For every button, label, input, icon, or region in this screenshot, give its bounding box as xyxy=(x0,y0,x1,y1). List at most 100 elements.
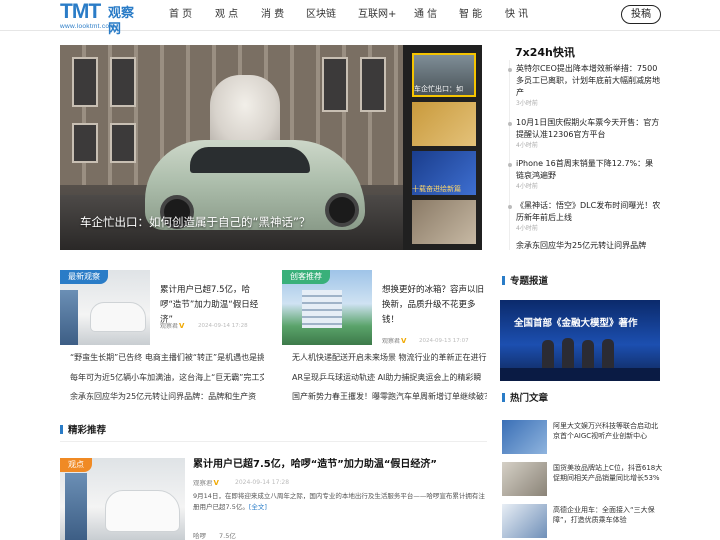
hero-car-window xyxy=(190,147,310,173)
hero-window xyxy=(110,123,136,163)
hot-article-title[interactable]: 高德企业用车：全面接入“三大保障”，打造优质乘车体验 xyxy=(553,505,663,525)
hero-window xyxy=(322,57,348,112)
topic-banner-text: 全国首部《金融大模型》著作 xyxy=(514,318,638,329)
banner-person xyxy=(582,340,594,370)
card-tag: 创客推荐 xyxy=(282,270,330,284)
card-image-maker[interactable]: 创客推荐 xyxy=(282,270,372,345)
flash-timeline xyxy=(509,60,510,250)
full-article-link[interactable]: [全文] xyxy=(249,503,267,511)
flash-item-text[interactable]: 10月1日国庆假期火车票今天开售：官方提醒认准12306官方平台 xyxy=(516,117,661,141)
hero-statue xyxy=(210,75,280,150)
submit-article-button[interactable]: 投稿 xyxy=(621,5,661,24)
logo-url: www.looktmt.com xyxy=(60,23,116,30)
hero-thumbnail-strip: 车企忙出口：如 十载奋进绘新篇 xyxy=(403,45,482,250)
banner-person xyxy=(562,338,574,370)
nav-viewpoint[interactable]: 观 点 xyxy=(215,9,238,21)
featured-keyword[interactable]: 哈啰 xyxy=(193,532,206,540)
card-author: 观察君V xyxy=(160,322,184,331)
news-link[interactable]: 余承东回应华为25亿元转让问界品牌：品牌和生产资 xyxy=(70,392,264,402)
nav-internet[interactable]: 互联网+ xyxy=(358,9,396,21)
flash-item-text[interactable]: 英特尔CEO提出降本增效新举措：7500 多员工已离职，计划年底前大幅削减房地产 xyxy=(516,63,661,99)
hot-title-text: 热门文章 xyxy=(510,393,549,404)
hero-caption[interactable]: 车企忙出口：如何创造属于自己的“黑神话”？ xyxy=(80,215,310,229)
hot-article-image[interactable] xyxy=(502,504,547,538)
topic-section-title: 专题报道 xyxy=(502,276,548,287)
card-car-shape xyxy=(90,302,146,332)
flash-dot xyxy=(508,205,512,209)
hot-article-title[interactable]: 阿里大文娱万兴科技等联合启动北京首个AIGC视听产业创新中心 xyxy=(553,421,663,441)
logo-text: TMT xyxy=(60,0,101,23)
hero-window xyxy=(360,57,386,112)
featured-summary: 9月14日，在即将迎来成立八周年之际，国内专业的本地出行及生活服务平台——哈啰宣… xyxy=(193,491,488,513)
hero-thumb-3[interactable]: 十载奋进绘新篇 xyxy=(412,151,476,195)
news-link[interactable]: 无人机快递配送开启未来场景 物流行业的革新正在进行 xyxy=(292,353,487,363)
nav-smart[interactable]: 智 能 xyxy=(459,9,482,21)
section-bar xyxy=(60,425,63,434)
card-author: 观察君V xyxy=(382,337,406,346)
section-bar xyxy=(502,393,505,402)
news-link[interactable]: AR呈现乒乓球运动轨迹 AI助力捕捉奥运会上的精彩瞬 xyxy=(292,373,487,383)
flash-item[interactable]: 英特尔CEO提出降本增效新举措：7500 多员工已离职，计划年底前大幅削减房地产… xyxy=(516,63,661,108)
hero-thumb-4[interactable] xyxy=(412,200,476,244)
nav-telecom[interactable]: 通 信 xyxy=(414,9,437,21)
featured-author-name: 观察君 xyxy=(193,479,213,487)
hero-window xyxy=(72,57,98,107)
hero-thumb-caption: 十载奋进绘新篇 xyxy=(412,185,461,193)
featured-summary-text: 9月14日，在即将迎来成立八周年之际，国内专业的本地出行及生活服务平台——哈啰宣… xyxy=(193,492,485,511)
featured-author: 观察君V xyxy=(193,479,219,487)
flash-item-time: 4小时前 xyxy=(516,225,538,232)
banner-person xyxy=(602,339,614,370)
news-link[interactable]: 每年可为近5亿辆小车加满油，这台海上“巨无霸”完工交 xyxy=(70,373,264,383)
flash-dot xyxy=(508,163,512,167)
divider xyxy=(60,441,487,442)
hot-article-image[interactable] xyxy=(502,462,547,496)
flash-item[interactable]: 余承东回应华为25亿元转让问界品牌 xyxy=(516,240,661,250)
hero-thumb-1[interactable]: 车企忙出口：如 xyxy=(412,53,476,97)
nav-consumer[interactable]: 消 费 xyxy=(261,9,284,21)
flash-item-text[interactable]: 余承东回应华为25亿元转让问界品牌 xyxy=(516,240,661,250)
banner-stage xyxy=(500,368,660,381)
flash-item-time: 4小时前 xyxy=(516,142,538,149)
featured-image[interactable]: 观点 xyxy=(60,458,185,540)
hot-article-image[interactable] xyxy=(502,420,547,454)
nav-flash[interactable]: 快 讯 xyxy=(505,9,528,21)
featured-date: 2024-09-14 17:28 xyxy=(235,479,290,486)
top-header: TMT 观察网 www.looktmt.com 首 页 观 点 消 费 区块链 … xyxy=(0,0,720,37)
nav-blockchain[interactable]: 区块链 xyxy=(306,9,336,21)
verified-icon: V xyxy=(213,479,219,487)
flash-item-time: 3小时前 xyxy=(516,100,538,107)
card-building-shape xyxy=(302,290,342,328)
featured-keyword[interactable]: 7.5亿 xyxy=(219,532,236,540)
featured-section-title: 精彩推荐 xyxy=(60,425,106,436)
news-link[interactable]: 国产新势力春王攫发！曝零跑汽车单周新增订单继续破？ xyxy=(292,392,487,402)
nav-home[interactable]: 首 页 xyxy=(169,9,192,21)
featured-title[interactable]: 累计用户已超7.5亿，哈啰“造节”加力助温“假日经济” xyxy=(193,458,488,472)
section-bar xyxy=(502,276,505,285)
flash-item[interactable]: iPhone 16首周末销量下降12.7%：果链哀鸿遍野 4小时前 xyxy=(516,158,661,191)
card-title[interactable]: 想换更好的冰箱？容声以旧换新，品质升级不花更多钱！ xyxy=(382,283,487,328)
site-logo[interactable]: TMT 观察网 www.looktmt.com xyxy=(60,0,146,37)
featured-title-text: 精彩推荐 xyxy=(68,425,107,436)
hero-thumb-caption: 车企忙出口：如 xyxy=(414,85,463,93)
topic-banner[interactable]: 全国首部《金融大模型》著作 xyxy=(500,300,660,381)
flash-item-text[interactable]: iPhone 16首周末销量下降12.7%：果链哀鸿遍野 xyxy=(516,158,661,182)
card-image-latest[interactable]: 最新观察 xyxy=(60,270,150,345)
news-link[interactable]: “野蛮生长期”已告终 电商主播们被“转正”是机遇也是挑 xyxy=(70,353,264,363)
card-tag: 最新观察 xyxy=(60,270,108,284)
topic-title-text: 专题报道 xyxy=(510,276,549,287)
flash-dot xyxy=(508,68,512,72)
hot-article-title[interactable]: 国货美妆品牌站上C位，抖音618大促期间相关产品销量同比增长53% xyxy=(553,463,663,483)
hero-thumb-2[interactable] xyxy=(412,102,476,146)
hero-slide[interactable]: 车企忙出口：如何创造属于自己的“黑神话”？ xyxy=(60,45,403,250)
card-date: 2024-09-13 17:07 xyxy=(419,338,469,344)
hero-window xyxy=(72,123,98,163)
flash-item[interactable]: 《黑神话：悟空》DLC发布时间曝光！农历新年前后上线 4小时前 xyxy=(516,200,661,233)
featured-car-shape xyxy=(105,490,180,532)
flash-title: 7x24h快讯 xyxy=(515,46,575,59)
flash-item[interactable]: 10月1日国庆假期火车票今天开售：官方提醒认准12306官方平台 4小时前 xyxy=(516,117,661,150)
flash-item-text[interactable]: 《黑神话：悟空》DLC发布时间曝光！农历新年前后上线 xyxy=(516,200,661,224)
hero-car-wheel xyxy=(325,193,359,227)
verified-icon: V xyxy=(401,337,407,345)
verified-icon: V xyxy=(179,322,185,330)
logo-cn: 观察网 xyxy=(108,6,135,37)
